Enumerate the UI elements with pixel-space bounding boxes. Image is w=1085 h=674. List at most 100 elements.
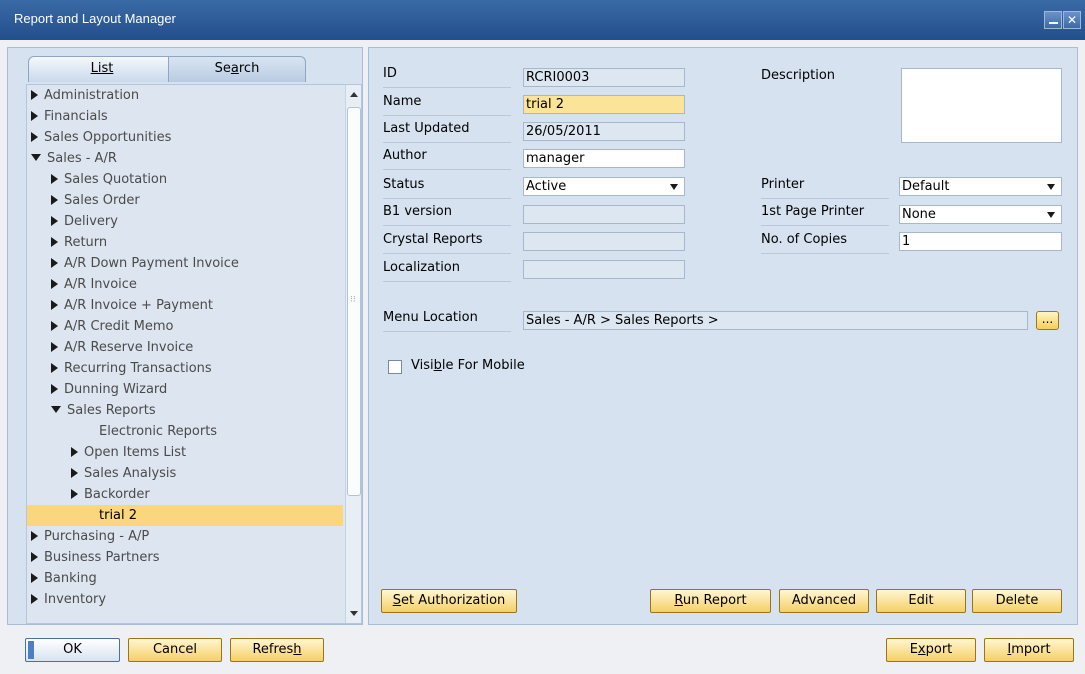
tree-item[interactable]: Sales Quotation bbox=[27, 169, 343, 190]
expanded-arrow-icon[interactable] bbox=[51, 406, 61, 413]
tree-item[interactable]: Financials bbox=[27, 106, 343, 127]
collapsed-arrow-icon[interactable] bbox=[51, 215, 58, 226]
tree-item[interactable]: Sales Order bbox=[27, 190, 343, 211]
tree-item[interactable]: Recurring Transactions bbox=[27, 358, 343, 379]
tree-item[interactable]: Sales Opportunities bbox=[27, 127, 343, 148]
visible-for-mobile-label[interactable]: Visible For Mobile bbox=[411, 358, 525, 373]
id-label: ID bbox=[383, 66, 511, 88]
tree-item[interactable]: Inventory bbox=[27, 589, 343, 610]
tab-search-mnemonic: a bbox=[230, 61, 239, 76]
set-authorization-button[interactable]: Set Authorization bbox=[381, 589, 517, 613]
tab-list[interactable]: List bbox=[28, 56, 176, 82]
tree-item[interactable]: Banking bbox=[27, 568, 343, 589]
b1-version-field[interactable] bbox=[523, 205, 685, 224]
scroll-down-icon[interactable] bbox=[346, 605, 361, 623]
tree-item[interactable]: Sales Reports bbox=[27, 400, 343, 421]
tree-item[interactable]: A/R Credit Memo bbox=[27, 316, 343, 337]
delete-button[interactable]: Delete bbox=[972, 589, 1062, 613]
collapsed-arrow-icon[interactable] bbox=[71, 488, 78, 499]
tree-item[interactable]: Sales - A/R bbox=[27, 148, 343, 169]
collapsed-arrow-icon[interactable] bbox=[71, 467, 78, 478]
tree-item[interactable]: Business Partners bbox=[27, 547, 343, 568]
collapsed-arrow-icon[interactable] bbox=[31, 593, 38, 604]
tree-item[interactable]: trial 2 bbox=[27, 505, 343, 526]
tree-item[interactable]: A/R Invoice bbox=[27, 274, 343, 295]
copies-field[interactable]: 1 bbox=[899, 232, 1062, 251]
collapsed-arrow-icon[interactable] bbox=[51, 320, 58, 331]
tree-item[interactable]: Administration bbox=[27, 85, 343, 106]
advanced-button[interactable]: Advanced bbox=[779, 589, 869, 613]
printer-label: Printer bbox=[761, 177, 889, 199]
run-report-button[interactable]: Run Report bbox=[650, 589, 771, 613]
collapsed-arrow-icon[interactable] bbox=[51, 299, 58, 310]
last-updated-label: Last Updated bbox=[383, 121, 511, 143]
right-panel: ID RCRI0003 Name trial 2 Last Updated 26… bbox=[368, 47, 1078, 625]
collapsed-arrow-icon[interactable] bbox=[31, 530, 38, 541]
tree-item[interactable]: Open Items List bbox=[27, 442, 343, 463]
crystal-reports-field[interactable] bbox=[523, 232, 685, 251]
collapsed-arrow-icon[interactable] bbox=[51, 278, 58, 289]
collapsed-arrow-icon[interactable] bbox=[51, 194, 58, 205]
report-layout-manager-window: Report and Layout Manager ✕ List Search … bbox=[0, 0, 1085, 674]
name-field[interactable]: trial 2 bbox=[523, 95, 685, 114]
tree-item[interactable]: Backorder bbox=[27, 484, 343, 505]
tree-item[interactable]: Dunning Wizard bbox=[27, 379, 343, 400]
collapsed-arrow-icon[interactable] bbox=[31, 572, 38, 583]
tree-item[interactable]: Sales Analysis bbox=[27, 463, 343, 484]
tree-item[interactable]: A/R Invoice + Payment bbox=[27, 295, 343, 316]
description-field[interactable] bbox=[901, 68, 1062, 143]
minimize-icon[interactable] bbox=[1044, 11, 1062, 29]
tab-search-label: Se bbox=[214, 61, 231, 76]
refresh-button[interactable]: Refresh bbox=[230, 638, 324, 662]
tree-item[interactable]: Return bbox=[27, 232, 343, 253]
tree-item-label: Dunning Wizard bbox=[64, 382, 168, 397]
visible-for-mobile-checkbox[interactable] bbox=[388, 360, 402, 374]
collapsed-arrow-icon[interactable] bbox=[71, 446, 78, 457]
tree-item-label: A/R Invoice + Payment bbox=[64, 298, 213, 313]
localization-field[interactable] bbox=[523, 260, 685, 279]
collapsed-arrow-icon[interactable] bbox=[51, 362, 58, 373]
collapsed-arrow-icon[interactable] bbox=[51, 236, 58, 247]
menu-location-browse-button[interactable]: ... bbox=[1036, 311, 1059, 330]
collapsed-arrow-icon[interactable] bbox=[31, 131, 38, 142]
tree-scrollbar[interactable]: ⁝⁝ bbox=[345, 85, 361, 623]
collapsed-arrow-icon[interactable] bbox=[31, 551, 38, 562]
tree-item[interactable]: A/R Reserve Invoice bbox=[27, 337, 343, 358]
copies-label: No. of Copies bbox=[761, 232, 889, 254]
tree-item-label: Sales Analysis bbox=[84, 466, 177, 481]
collapsed-arrow-icon[interactable] bbox=[51, 257, 58, 268]
ok-button[interactable]: OK bbox=[25, 638, 120, 662]
b1-version-label: B1 version bbox=[383, 204, 511, 226]
status-select[interactable]: Active bbox=[523, 177, 685, 196]
collapsed-arrow-icon[interactable] bbox=[51, 341, 58, 352]
collapsed-arrow-icon[interactable] bbox=[51, 383, 58, 394]
printer-select[interactable]: Default bbox=[899, 177, 1062, 196]
collapsed-arrow-icon[interactable] bbox=[31, 110, 38, 121]
tree-item-label: A/R Reserve Invoice bbox=[64, 340, 194, 355]
tree-item-label: Inventory bbox=[44, 592, 107, 607]
edit-button[interactable]: Edit bbox=[876, 589, 966, 613]
expanded-arrow-icon[interactable] bbox=[31, 154, 41, 161]
cancel-button[interactable]: Cancel bbox=[128, 638, 222, 662]
close-icon[interactable]: ✕ bbox=[1063, 11, 1081, 29]
scroll-grip-icon: ⁝⁝ bbox=[350, 295, 356, 305]
collapsed-arrow-icon[interactable] bbox=[51, 173, 58, 184]
window-title: Report and Layout Manager bbox=[14, 11, 176, 26]
export-button[interactable]: Export bbox=[886, 638, 976, 662]
first-page-printer-select[interactable]: None bbox=[899, 205, 1062, 224]
tree-item-label: A/R Credit Memo bbox=[64, 319, 174, 334]
menu-location-field[interactable]: Sales - A/R > Sales Reports > bbox=[523, 311, 1028, 330]
tab-search[interactable]: Search bbox=[168, 56, 306, 82]
report-tree: Inventory Banking Business Partners Purchas… bbox=[26, 84, 362, 624]
tree-item[interactable]: A/R Down Payment Invoice bbox=[27, 253, 343, 274]
id-field[interactable]: RCRI0003 bbox=[523, 68, 685, 87]
tree-item[interactable]: Delivery bbox=[27, 211, 343, 232]
last-updated-field[interactable]: 26/05/2011 bbox=[523, 122, 685, 141]
tree-item[interactable]: Purchasing - A/P bbox=[27, 526, 343, 547]
import-button[interactable]: Import bbox=[984, 638, 1074, 662]
author-field[interactable]: manager bbox=[523, 149, 685, 168]
tree-item-label: Administration bbox=[44, 88, 140, 103]
collapsed-arrow-icon[interactable] bbox=[31, 89, 38, 100]
scroll-up-icon[interactable] bbox=[346, 85, 361, 103]
tree-item[interactable]: Electronic Reports bbox=[27, 421, 343, 442]
